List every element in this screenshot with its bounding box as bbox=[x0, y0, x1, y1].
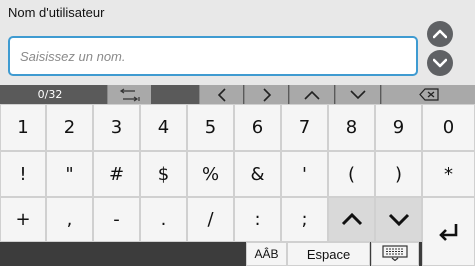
space-key[interactable]: Espace bbox=[287, 242, 370, 266]
key-semicolon[interactable]: ; bbox=[281, 197, 328, 242]
key-arrow-up[interactable] bbox=[328, 197, 375, 242]
key-close-paren[interactable]: ) bbox=[375, 151, 422, 197]
cursor-right-button[interactable] bbox=[244, 85, 288, 104]
chevron-down-icon bbox=[350, 89, 366, 100]
key-9[interactable]: 9 bbox=[375, 104, 422, 151]
scroll-up-button[interactable] bbox=[427, 21, 453, 47]
key-minus[interactable]: - bbox=[93, 197, 140, 242]
key-4[interactable]: 4 bbox=[140, 104, 187, 151]
cursor-up-button[interactable] bbox=[289, 85, 334, 104]
key-6[interactable]: 6 bbox=[234, 104, 281, 151]
char-counter: 0/32 bbox=[37, 88, 63, 101]
chevron-down-icon bbox=[388, 213, 410, 226]
case-toggle-button[interactable]: AÂB bbox=[246, 242, 287, 266]
key-1[interactable]: 1 bbox=[0, 104, 46, 151]
chevron-left-icon bbox=[217, 87, 227, 102]
cursor-left-button[interactable] bbox=[199, 85, 243, 104]
key-7[interactable]: 7 bbox=[281, 104, 328, 151]
chevron-up-icon bbox=[304, 90, 320, 100]
key-5[interactable]: 5 bbox=[187, 104, 234, 151]
chevron-up-icon bbox=[433, 29, 447, 39]
key-3[interactable]: 3 bbox=[93, 104, 140, 151]
key-0[interactable]: 0 bbox=[422, 104, 475, 151]
keyboard-toolbar: 0/32 bbox=[0, 85, 475, 104]
name-input[interactable] bbox=[10, 38, 416, 74]
key-apostrophe[interactable]: ' bbox=[281, 151, 328, 197]
chevron-up-icon bbox=[341, 213, 363, 226]
key-8[interactable]: 8 bbox=[328, 104, 375, 151]
tab-button[interactable] bbox=[107, 85, 151, 104]
key-asterisk[interactable]: * bbox=[422, 151, 475, 197]
key-slash[interactable]: / bbox=[187, 197, 234, 242]
keyboard: 1 2 3 4 5 6 7 8 9 0 ! " # $ % & ' ( ) * … bbox=[0, 104, 475, 266]
cursor-down-button[interactable] bbox=[335, 85, 380, 104]
chevron-down-icon bbox=[433, 58, 447, 68]
key-dollar[interactable]: $ bbox=[140, 151, 187, 197]
key-open-paren[interactable]: ( bbox=[328, 151, 375, 197]
key-exclamation[interactable]: ! bbox=[0, 151, 46, 197]
key-ampersand[interactable]: & bbox=[234, 151, 281, 197]
key-period[interactable]: . bbox=[140, 197, 187, 242]
key-comma[interactable]: , bbox=[46, 197, 93, 242]
field-title: Nom d'utilisateur bbox=[8, 5, 105, 20]
tab-icon bbox=[119, 88, 141, 102]
key-double-quote[interactable]: " bbox=[46, 151, 93, 197]
key-2[interactable]: 2 bbox=[46, 104, 93, 151]
key-percent[interactable]: % bbox=[187, 151, 234, 197]
header: Nom d'utilisateur bbox=[0, 0, 475, 85]
key-arrow-down[interactable] bbox=[375, 197, 422, 242]
backspace-icon bbox=[418, 88, 439, 101]
keyboard-icon bbox=[382, 244, 408, 264]
scroll-down-button[interactable] bbox=[427, 50, 453, 76]
enter-key[interactable] bbox=[422, 197, 475, 266]
backspace-button[interactable] bbox=[381, 85, 475, 104]
keyboard-switch-button[interactable] bbox=[371, 242, 419, 266]
enter-icon bbox=[438, 222, 460, 242]
key-hash[interactable]: # bbox=[93, 151, 140, 197]
chevron-right-icon bbox=[262, 87, 272, 102]
name-input-box[interactable] bbox=[8, 36, 418, 76]
key-colon[interactable]: : bbox=[234, 197, 281, 242]
key-plus[interactable]: + bbox=[0, 197, 46, 242]
